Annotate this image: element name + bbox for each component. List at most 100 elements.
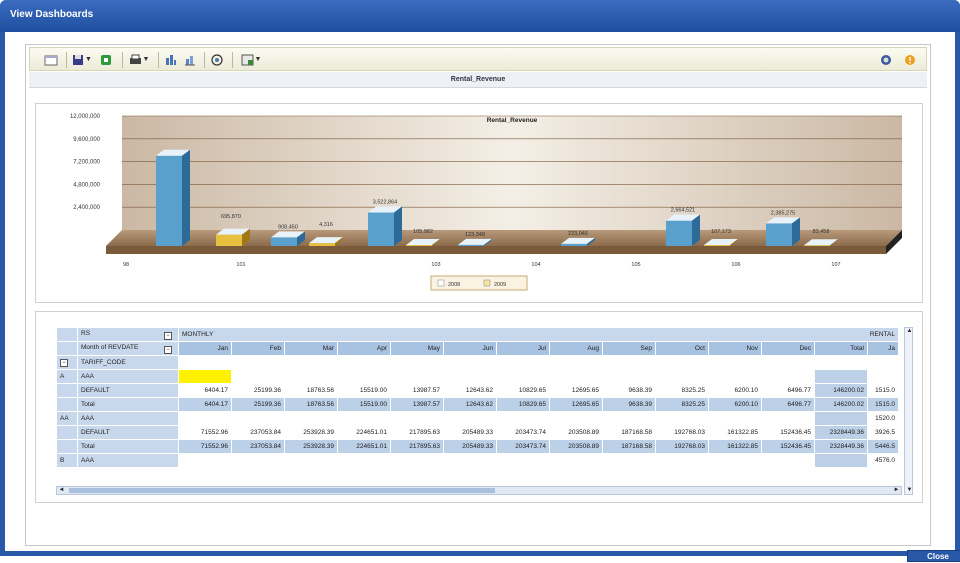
- grid-cell[interactable]: [603, 370, 655, 383]
- grid-cell[interactable]: 6200.10: [709, 384, 761, 397]
- grid-cell[interactable]: 203473.74: [497, 426, 549, 439]
- horizontal-scroll-thumb[interactable]: [69, 488, 495, 493]
- scroll-left-icon[interactable]: ◄: [57, 487, 66, 494]
- grid-cell[interactable]: 203473.74: [497, 440, 549, 453]
- grid-cell[interactable]: [762, 454, 814, 467]
- grid-cell[interactable]: [762, 370, 814, 383]
- grid-cell[interactable]: 187168.58: [603, 426, 655, 439]
- grid-cell[interactable]: 15519.00: [338, 398, 390, 411]
- grid-cell[interactable]: 161322.85: [709, 440, 761, 453]
- layout-icon[interactable]: ▼: [238, 52, 264, 67]
- grid-cell[interactable]: 13987.57: [391, 398, 443, 411]
- grid-cell[interactable]: [815, 454, 867, 467]
- save-icon[interactable]: ▼: [70, 52, 94, 67]
- grid-cell[interactable]: [232, 412, 284, 425]
- rs-collapse-icon[interactable]: −: [164, 331, 172, 340]
- grid-cell[interactable]: [285, 412, 337, 425]
- grid-cell[interactable]: [656, 454, 708, 467]
- settings-icon[interactable]: [209, 52, 225, 67]
- grid-cell[interactable]: 161322.85: [709, 426, 761, 439]
- grid-cell[interactable]: 224651.01: [338, 440, 390, 453]
- month-collapse-icon[interactable]: −: [164, 345, 172, 354]
- grid-cell[interactable]: [603, 412, 655, 425]
- vertical-scrollbar[interactable]: ▲ ▼: [904, 327, 913, 495]
- grid-cell[interactable]: [285, 454, 337, 467]
- grid-cell[interactable]: 9638.39: [603, 384, 655, 397]
- grid-cell[interactable]: 152436.45: [762, 440, 814, 453]
- grid-cell[interactable]: 6496.77: [762, 398, 814, 411]
- grid-cell[interactable]: 12643.62: [444, 398, 496, 411]
- grid-cell[interactable]: 6496.77: [762, 384, 814, 397]
- grid-cell[interactable]: 146200.02: [815, 398, 867, 411]
- grid-cell[interactable]: 152436.45: [762, 426, 814, 439]
- grid-cell[interactable]: 12643.62: [444, 384, 496, 397]
- chart-type-icon[interactable]: [163, 52, 179, 67]
- grid-cell[interactable]: 8325.25: [656, 398, 708, 411]
- grid-cell[interactable]: [815, 370, 867, 383]
- grid-cell[interactable]: [815, 412, 867, 425]
- grid-cell[interactable]: 3926.5: [868, 426, 898, 439]
- grid-cell[interactable]: [550, 412, 602, 425]
- grid-cell[interactable]: 6200.10: [709, 398, 761, 411]
- grid-cell[interactable]: 15519.00: [338, 384, 390, 397]
- grid-cell[interactable]: 25199.36: [232, 384, 284, 397]
- grid-cell[interactable]: [656, 412, 708, 425]
- horizontal-scrollbar[interactable]: ◄ ►: [56, 486, 902, 495]
- grid-cell[interactable]: [444, 370, 496, 383]
- grid-cell[interactable]: 12695.65: [550, 398, 602, 411]
- grid-cell[interactable]: [444, 412, 496, 425]
- grid-cell[interactable]: [179, 370, 231, 383]
- close-button[interactable]: Close: [907, 550, 960, 562]
- grid-cell[interactable]: 203508.89: [550, 426, 602, 439]
- grid-cell[interactable]: [338, 370, 390, 383]
- scroll-right-icon[interactable]: ►: [892, 487, 901, 494]
- grid-cell[interactable]: 8325.25: [656, 384, 708, 397]
- grid-cell[interactable]: 187168.58: [603, 440, 655, 453]
- grid-cell[interactable]: [709, 454, 761, 467]
- grid-cell[interactable]: [497, 412, 549, 425]
- grid-cell[interactable]: [285, 370, 337, 383]
- grid-cell[interactable]: 146200.02: [815, 384, 867, 397]
- grid-cell[interactable]: 237053.84: [232, 440, 284, 453]
- tariff-collapse-icon[interactable]: −: [60, 358, 68, 367]
- grid-cell[interactable]: 2328449.36: [815, 426, 867, 439]
- grid-cell[interactable]: 205489.33: [444, 426, 496, 439]
- grid-cell[interactable]: 71552.96: [179, 440, 231, 453]
- grid-cell[interactable]: [338, 412, 390, 425]
- grid-cell[interactable]: [497, 454, 549, 467]
- grid-cell[interactable]: [338, 454, 390, 467]
- new-icon[interactable]: [42, 52, 60, 67]
- grid-cell[interactable]: [603, 454, 655, 467]
- help-icon[interactable]: [878, 52, 894, 67]
- chart-options-icon[interactable]: [182, 52, 198, 67]
- scroll-down-icon[interactable]: ▼: [905, 487, 914, 494]
- grid-cell[interactable]: 237053.84: [232, 426, 284, 439]
- grid-cell[interactable]: 192768.03: [656, 426, 708, 439]
- grid-cell[interactable]: 10829.65: [497, 398, 549, 411]
- export-excel-icon[interactable]: [98, 52, 114, 67]
- grid-cell[interactable]: [179, 412, 231, 425]
- grid-cell[interactable]: 224651.01: [338, 426, 390, 439]
- grid-cell[interactable]: [179, 454, 231, 467]
- grid-cell[interactable]: [868, 370, 898, 383]
- grid-cell[interactable]: 1515.0: [868, 398, 898, 411]
- grid-cell[interactable]: [444, 454, 496, 467]
- grid-cell[interactable]: 25199.36: [232, 398, 284, 411]
- grid-cell[interactable]: 1520.0: [868, 412, 898, 425]
- grid-cell[interactable]: [497, 370, 549, 383]
- grid-cell[interactable]: 2328449.36: [815, 440, 867, 453]
- grid-cell[interactable]: 205489.33: [444, 440, 496, 453]
- grid-cell[interactable]: 217895.63: [391, 440, 443, 453]
- grid-cell[interactable]: [762, 412, 814, 425]
- grid-cell[interactable]: 71552.96: [179, 426, 231, 439]
- grid-cell[interactable]: [709, 412, 761, 425]
- grid-cell[interactable]: [391, 412, 443, 425]
- grid-cell[interactable]: 1515.0: [868, 384, 898, 397]
- grid-cell[interactable]: 9638.39: [603, 398, 655, 411]
- grid-cell[interactable]: [232, 370, 284, 383]
- grid-cell[interactable]: 5446.5: [868, 440, 898, 453]
- grid-cell[interactable]: 253928.39: [285, 426, 337, 439]
- grid-cell[interactable]: 6404.17: [179, 384, 231, 397]
- grid-cell[interactable]: [391, 454, 443, 467]
- grid-cell[interactable]: 217895.63: [391, 426, 443, 439]
